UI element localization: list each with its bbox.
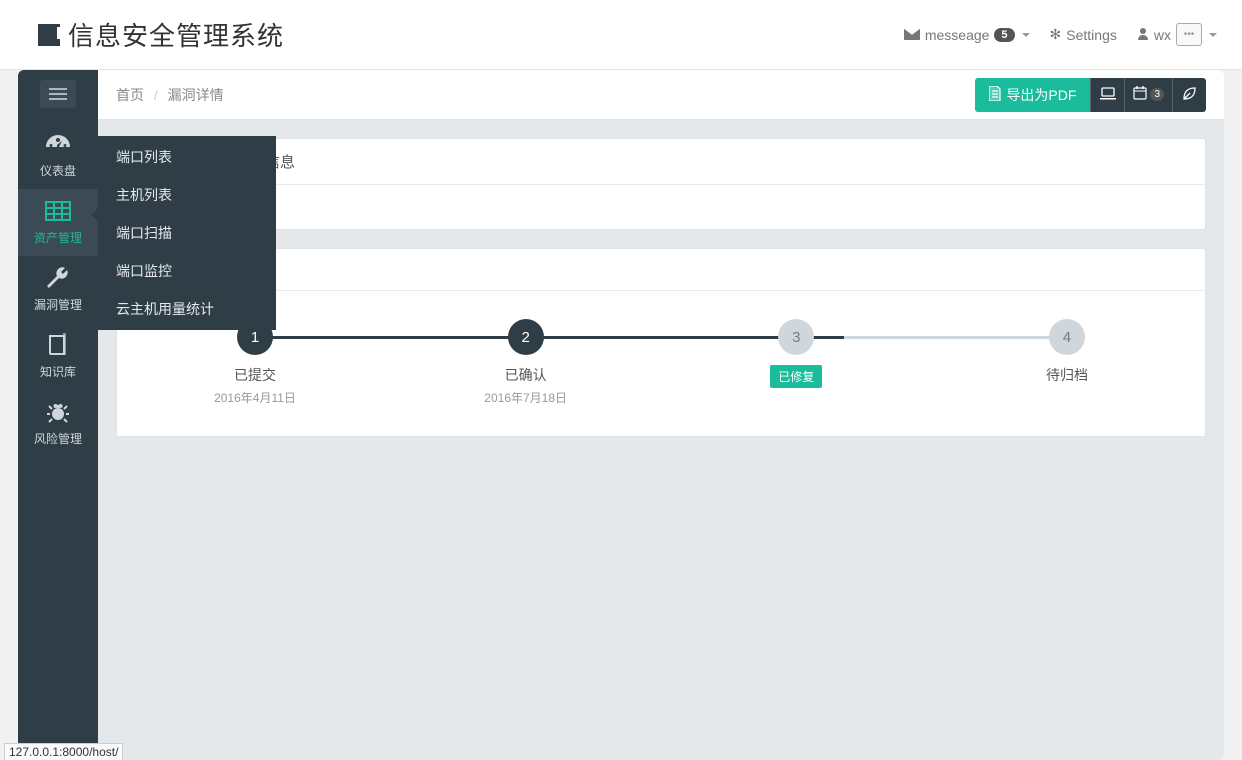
grid-icon xyxy=(45,197,71,227)
user-icon xyxy=(1137,27,1149,43)
sidebar-item-vuln[interactable]: 漏洞管理 xyxy=(18,256,98,323)
step-4-title: 待归档 xyxy=(1046,365,1088,385)
step-2-circle: 2 xyxy=(508,319,544,355)
app-body: 仪表盘 资产管理 漏洞管理 知识库 风险管理 xyxy=(18,70,1224,760)
export-pdf-label: 导出为PDF xyxy=(1006,85,1076,105)
laptop-button[interactable] xyxy=(1090,78,1124,112)
wrench-icon xyxy=(45,264,71,294)
username-label: wx xyxy=(1154,27,1171,43)
envelope-icon xyxy=(904,27,920,43)
header-left: 信息安全管理系统 xyxy=(38,16,284,53)
panel-progress-head xyxy=(117,249,1205,291)
panel-progress-body: 1 已提交 2016年4月11日 2 已确认 2016年7月18日 3 已修复 xyxy=(117,291,1205,436)
app-title: 信息安全管理系统 xyxy=(68,16,284,53)
bug-icon xyxy=(46,398,70,428)
sidebar-item-label: 风险管理 xyxy=(34,430,82,447)
panel-progress: 1 已提交 2016年4月11日 2 已确认 2016年7月18日 3 已修复 xyxy=(116,248,1206,437)
step-3: 3 已修复 xyxy=(736,319,856,388)
book-icon xyxy=(46,331,70,361)
laptop-icon xyxy=(1100,87,1116,103)
calendar-button[interactable]: 3 xyxy=(1124,78,1172,112)
step-3-circle: 3 xyxy=(778,319,814,355)
sidebar-submenu: 端口列表 主机列表 端口扫描 端口监控 云主机用量统计 xyxy=(98,136,276,330)
content-top-bar: 首页 / 漏洞详情 导出为PDF xyxy=(98,70,1224,120)
step-2-date: 2016年7月18日 xyxy=(484,389,567,406)
avatar: ••• xyxy=(1176,23,1202,46)
submenu-item-cloud-usage[interactable]: 云主机用量统计 xyxy=(98,290,276,328)
user-menu[interactable]: wx ••• xyxy=(1137,23,1217,46)
caret-down-icon xyxy=(1022,33,1030,37)
step-1: 1 已提交 2016年4月11日 xyxy=(195,319,315,406)
calendar-badge: 3 xyxy=(1150,88,1164,101)
gauge-icon xyxy=(44,130,72,160)
panel-info: 占位占位占位占位E信息 xyxy=(116,138,1206,230)
submenu-item-port-list[interactable]: 端口列表 xyxy=(98,138,276,176)
step-3-badge: 已修复 xyxy=(770,365,822,388)
step-4: 4 待归档 xyxy=(1007,319,1127,385)
step-2: 2 已确认 2016年7月18日 xyxy=(466,319,586,406)
sidebar-toggle[interactable] xyxy=(40,80,76,108)
messages-count-badge: 5 xyxy=(994,28,1014,42)
step-4-circle: 4 xyxy=(1049,319,1085,355)
sidebar-item-label: 漏洞管理 xyxy=(34,296,82,313)
breadcrumb-sep: / xyxy=(148,87,164,103)
submenu-item-host-list[interactable]: 主机列表 xyxy=(98,176,276,214)
submenu-item-port-scan[interactable]: 端口扫描 xyxy=(98,214,276,252)
sidebar-item-label: 资产管理 xyxy=(34,229,82,246)
settings-label: Settings xyxy=(1066,27,1117,43)
breadcrumb-current: 漏洞详情 xyxy=(168,87,224,103)
caret-down-icon xyxy=(1209,33,1217,37)
sidebar: 仪表盘 资产管理 漏洞管理 知识库 风险管理 xyxy=(18,70,98,760)
file-icon xyxy=(989,86,1001,104)
messages-label: messeage xyxy=(925,27,990,43)
breadcrumb-home[interactable]: 首页 xyxy=(116,87,144,103)
step-2-title: 已确认 xyxy=(505,365,547,385)
sidebar-item-kb[interactable]: 知识库 xyxy=(18,323,98,390)
calendar-icon xyxy=(1133,86,1147,103)
step-1-title: 已提交 xyxy=(234,365,276,385)
panel-info-head: 占位占位占位占位E信息 xyxy=(117,139,1205,185)
sidebar-item-dashboard[interactable]: 仪表盘 xyxy=(18,122,98,189)
step-1-date: 2016年4月11日 xyxy=(214,389,296,406)
header-right: messeage 5 ✻ Settings wx ••• xyxy=(904,23,1217,46)
breadcrumb: 首页 / 漏洞详情 xyxy=(116,85,224,105)
leaf-icon xyxy=(1182,86,1197,104)
sidebar-item-risk[interactable]: 风险管理 xyxy=(18,390,98,457)
export-pdf-button[interactable]: 导出为PDF xyxy=(975,78,1090,112)
gear-icon: ✻ xyxy=(1050,26,1062,43)
submenu-item-port-monitor[interactable]: 端口监控 xyxy=(98,252,276,290)
panel-info-body xyxy=(117,185,1205,229)
stepper: 1 已提交 2016年4月11日 2 已确认 2016年7月18日 3 已修复 xyxy=(135,319,1187,406)
sidebar-item-label: 知识库 xyxy=(40,363,76,380)
header: 信息安全管理系统 messeage 5 ✻ Settings wx ••• xyxy=(0,0,1242,70)
sidebar-item-assets[interactable]: 资产管理 xyxy=(18,189,98,256)
settings-link[interactable]: ✻ Settings xyxy=(1050,26,1117,43)
messages-menu[interactable]: messeage 5 xyxy=(904,27,1030,43)
sidebar-item-label: 仪表盘 xyxy=(40,162,76,179)
logo-icon xyxy=(38,24,60,46)
leaf-button[interactable] xyxy=(1172,78,1206,112)
browser-status-bar: 127.0.0.1:8000/host/ xyxy=(4,743,123,760)
top-buttons: 导出为PDF 3 xyxy=(975,78,1206,112)
